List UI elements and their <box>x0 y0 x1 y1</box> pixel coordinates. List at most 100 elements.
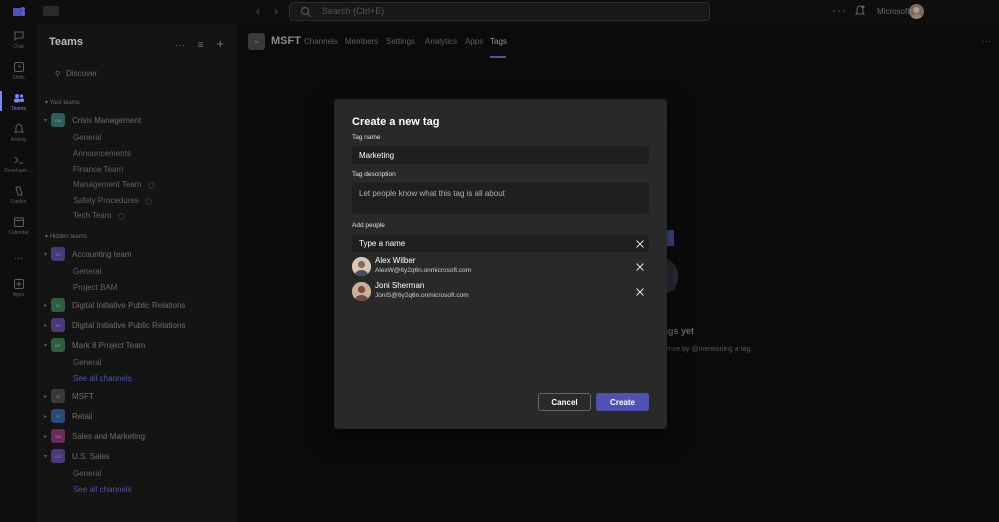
team-avatar: AT <box>51 247 65 261</box>
remove-person-close-icon[interactable] <box>635 262 645 272</box>
more-options-icon[interactable]: ··· <box>832 3 847 17</box>
team-msft[interactable]: ▸ M MSFT <box>44 388 94 404</box>
channel-general[interactable]: General <box>73 133 101 142</box>
team-retail[interactable]: ▸ R Retail <box>44 408 92 424</box>
tab-apps[interactable]: Apps <box>465 37 483 46</box>
create-button[interactable]: Create <box>596 393 649 411</box>
rail-item-developer-portal[interactable]: Developer ... <box>0 154 37 174</box>
team-name: Digital Initiative Public Relations <box>72 300 186 310</box>
notification-icon[interactable] <box>855 5 865 17</box>
see-all-channels-link[interactable]: See all channels <box>73 374 132 383</box>
discover-link[interactable]: ⚲ Discover <box>55 69 97 78</box>
teams-logo-icon <box>13 7 25 16</box>
rail-item-chat[interactable]: Chat <box>0 30 37 50</box>
rail-item-activity[interactable]: Activity <box>0 123 37 143</box>
tag-description-label: Tag description <box>352 171 396 178</box>
discover-icon: ⚲ <box>55 71 61 78</box>
filter-icon[interactable]: ≡ <box>198 40 204 51</box>
shared-channel-icon: ◯ <box>147 183 155 189</box>
channel-project-bam[interactable]: Project BAM <box>73 283 117 292</box>
search-box[interactable]: Search (Ctrl+E) <box>289 2 710 21</box>
rail-item-more[interactable]: ... <box>0 249 37 262</box>
hidden-teams-header[interactable]: ▾ Hidden teams <box>45 233 87 240</box>
chevron-right-icon: ▸ <box>44 433 48 440</box>
team-avatar: DI <box>51 298 65 312</box>
team-digital-initiative-2[interactable]: ▸ DI Digital Initiative Public Relations <box>44 317 185 333</box>
clear-input-close-icon[interactable] <box>635 239 645 249</box>
rail-item-apps[interactable]: Apps <box>0 278 37 298</box>
your-teams-label: Your teams <box>49 100 80 106</box>
channel-label: Tech Team <box>73 211 112 220</box>
team-avatar: R <box>51 409 65 423</box>
tab-analytics[interactable]: Analytics <box>425 37 457 46</box>
see-all-channels-link[interactable]: See all channels <box>73 485 132 494</box>
channel-general[interactable]: General <box>73 267 101 276</box>
channel-finance-team[interactable]: Finance Team <box>73 165 123 174</box>
avatar <box>352 282 371 301</box>
back-arrow-icon[interactable]: ‹ <box>256 4 260 18</box>
your-teams-header[interactable]: ▾ Your teams <box>45 99 80 106</box>
app-rail: Chat Shifts Teams Activity Developer ...… <box>0 24 37 522</box>
panel-title: Teams <box>49 36 84 48</box>
team-sales-marketing[interactable]: ▸ SM Sales and Marketing <box>44 428 145 444</box>
active-tab-indicator <box>490 56 506 58</box>
person-email: JoniS@6y2q6n.onmicrosoft.com <box>375 292 469 299</box>
tag-name-label: Tag name <box>352 134 381 141</box>
channel-management-team[interactable]: Management Team ◯ <box>73 180 154 189</box>
channel-announcements[interactable]: Announcements <box>73 149 131 158</box>
more-options-icon[interactable]: ··· <box>175 40 185 51</box>
rail-item-teams[interactable]: Teams <box>0 92 37 112</box>
hidden-teams-label: Hidden teams <box>49 234 87 240</box>
person-row: Joni Sherman JoniS@6y2q6n.onmicrosoft.co… <box>352 281 649 303</box>
team-digital-initiative-1[interactable]: ▸ DI Digital Initiative Public Relations <box>44 297 185 313</box>
add-people-label: Add people <box>352 222 385 229</box>
channel-label: Safety Procedures <box>73 196 139 205</box>
team-crisis-management[interactable]: ▾ CM Crisis Management <box>44 112 141 128</box>
remove-person-close-icon[interactable] <box>635 287 645 297</box>
channel-general[interactable]: General <box>73 358 101 367</box>
team-name: Sales and Marketing <box>72 431 145 441</box>
add-icon[interactable]: + <box>216 36 224 51</box>
cancel-button[interactable]: Cancel <box>538 393 591 411</box>
rail-label: Copilot <box>10 199 27 205</box>
team-us-sales[interactable]: ▾ US U.S. Sales <box>44 448 110 464</box>
tag-name-input[interactable]: Marketing <box>352 146 649 164</box>
add-people-input[interactable]: Type a name <box>352 235 649 252</box>
chevron-right-icon: ▸ <box>44 322 48 329</box>
calendar-icon <box>13 217 24 227</box>
more-options-icon[interactable]: ··· <box>982 36 991 46</box>
channel-tech-team[interactable]: Tech Team ◯ <box>73 211 125 220</box>
tab-members[interactable]: Members <box>345 37 378 46</box>
person-name: Alex Wilber <box>375 256 416 265</box>
empty-state-text: ence by @mentioning a tag. <box>665 346 753 353</box>
team-name: Crisis Management <box>72 115 141 125</box>
dialog-title: Create a new tag <box>352 116 440 128</box>
empty-state-title: ags yet <box>663 326 695 336</box>
team-avatar: DI <box>51 318 65 332</box>
tag-description-input[interactable]: Let people know what this tag is all abo… <box>352 183 649 214</box>
team-name: U.S. Sales <box>72 451 110 461</box>
person-name: Joni Sherman <box>375 281 425 290</box>
rail-label: Calendar <box>8 230 29 236</box>
channel-general[interactable]: General <box>73 469 101 478</box>
team-mark8[interactable]: ▾ MP Mark 8 Project Team <box>44 337 145 353</box>
team-name: MSFT <box>72 391 94 401</box>
person-email: AlexW@6y2q6n.onmicrosoft.com <box>375 267 472 274</box>
rail-item-shifts[interactable]: Shifts <box>0 61 37 81</box>
rail-item-calendar[interactable]: Calendar <box>0 216 37 236</box>
tab-tags[interactable]: Tags <box>490 37 507 46</box>
shared-channel-icon: ◯ <box>145 199 152 205</box>
user-avatar[interactable] <box>909 4 924 19</box>
team-name: Retail <box>72 411 93 421</box>
chevron-right-icon: ▸ <box>44 413 48 420</box>
rail-item-copilot[interactable]: Copilot <box>0 185 37 205</box>
tab-settings[interactable]: Settings <box>386 37 415 46</box>
channel-safety-procedures[interactable]: Safety Procedures ◯ <box>73 196 152 205</box>
rail-label: Activity <box>10 137 27 143</box>
tab-channels[interactable]: Channels <box>304 37 338 46</box>
sidebar-toggle-icon[interactable] <box>43 6 59 16</box>
team-accounting[interactable]: ▾ AT Accounting team <box>44 246 132 262</box>
forward-arrow-icon[interactable]: › <box>274 4 278 18</box>
title-bar: ‹ › Search (Ctrl+E) ··· Microsoft <box>0 0 999 24</box>
rail-label: Shifts <box>12 75 25 81</box>
